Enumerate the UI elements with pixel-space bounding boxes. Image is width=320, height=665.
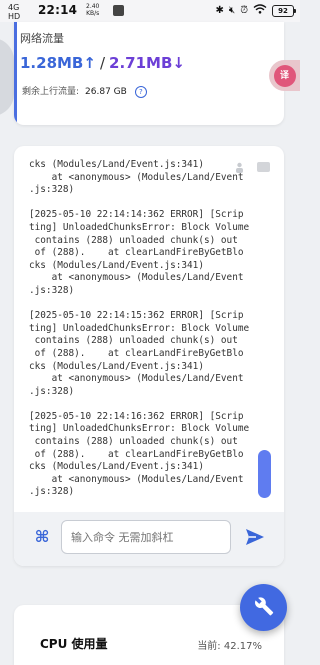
console-line: cks (Modules/Land/Event.js:341) [29,461,204,473]
status-bar: 4G HD 22:14 2.40 KB/s ✱ 🔇︎ ⏰︎ 92 [0,0,300,22]
translate-button[interactable]: 译 [269,60,300,91]
mute-icon: 🔇︎ [228,5,236,16]
console-line: at <anonymous> (Modules/Land/Event [29,473,244,485]
console-line: cks (Modules/Land/Event.js:341) [29,259,204,271]
console-line: .js:328) [29,486,75,498]
console-line: [2025-05-10 22:14:14:362 ERROR] [Scrip [29,209,244,221]
console-line: of (288). at clearLandFireByGetBlo [29,247,244,259]
network-speed: 2.40 KB/s [86,3,99,17]
traffic-title: 网络流量 [20,32,64,45]
speed-value: 2.40 [86,3,100,10]
translate-icon: 译 [273,64,296,87]
remaining-label: 剩余上行流量: [22,87,80,97]
console-line: ting] UnloadedChunksError: Block Volume [29,221,250,233]
console-line: ting] UnloadedChunksError: Block Volume [29,322,250,334]
command-icon[interactable]: ⌘ [32,527,52,547]
download-arrow-icon: ↓ [172,54,185,72]
console-line: cks (Modules/Land/Event.js:341) [29,360,204,372]
settings-fab[interactable] [240,584,287,631]
status-icons: ✱ 🔇︎ ⏰︎ 92 [215,4,296,17]
copy-icon[interactable] [235,162,244,173]
console-line: contains (288) unloaded chunk(s) out [29,436,238,448]
upload-arrow-icon: ↑ [83,54,96,72]
console-line: [2025-05-10 22:14:16:362 ERROR] [Scrip [29,410,244,422]
background-decoration [0,38,14,116]
send-icon[interactable] [244,526,266,548]
bluetooth-icon: ✱ [215,5,224,16]
console-line: at <anonymous> (Modules/Land/Event [29,373,244,385]
console-line: .js:328) [29,385,75,397]
notification-app-icon [113,5,124,16]
download-value: 2.71MB [109,54,173,72]
speed-unit: KB/s [86,10,100,17]
network-hd: HD [8,12,21,21]
console-log[interactable]: cks (Modules/Land/Event.js:341) at <anon… [29,159,284,499]
console-line: [2025-05-10 22:14:15:362 ERROR] [Scrip [29,310,244,322]
alarm-icon: ⏰︎ [240,5,248,16]
help-icon[interactable]: ? [134,85,147,98]
console-scrollbar[interactable] [258,450,271,498]
remaining-value: 26.87 GB [85,87,127,97]
message-icon[interactable] [257,162,270,172]
battery-icon: 92 [272,4,296,17]
console-line: of (288). at clearLandFireByGetBlo [29,448,244,460]
console-line: contains (288) unloaded chunk(s) out [29,335,238,347]
console-line: .js:328) [29,284,75,296]
traffic-separator: / [99,54,106,72]
console-line: contains (288) unloaded chunk(s) out [29,234,238,246]
console-line: at <anonymous> (Modules/Land/Event [29,272,244,284]
console-line: ting] UnloadedChunksError: Block Volume [29,423,250,435]
command-input[interactable] [61,520,231,554]
upload-value: 1.28MB [20,54,84,72]
cpu-title: CPU 使用量 [40,637,108,651]
status-time: 22:14 [38,3,78,17]
console-line: .js:328) [29,184,75,196]
traffic-values: 1.28MB↑/2.71MB↓ [20,54,185,72]
console-card: cks (Modules/Land/Event.js:341) at <anon… [14,146,284,566]
remaining-upload: 剩余上行流量: 26.87 GB? [22,84,147,98]
console-line: cks (Modules/Land/Event.js:341) [29,159,204,170]
console-line: of (288). at clearLandFireByGetBlo [29,347,244,359]
network-type: 4G [8,3,20,12]
wrench-icon [253,595,275,621]
network-indicator: 4G HD [8,3,20,21]
console-line: at <anonymous> (Modules/Land/Event [29,171,244,183]
wifi-icon [253,4,267,17]
